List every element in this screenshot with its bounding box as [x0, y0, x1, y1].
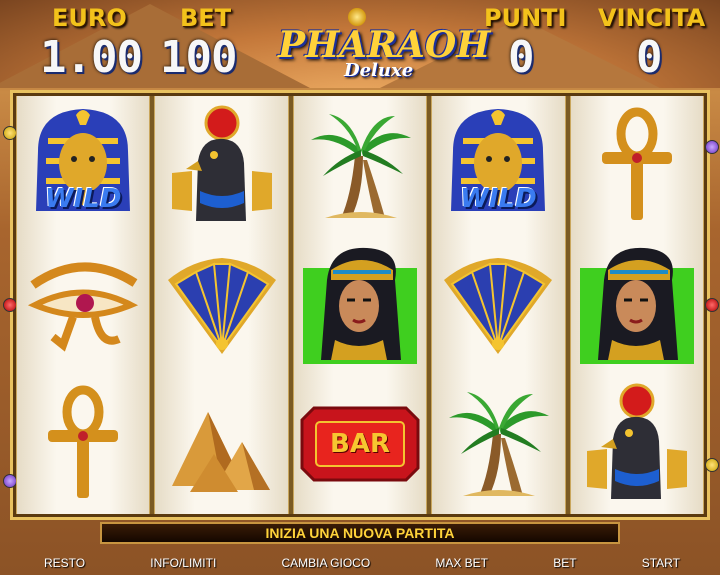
symbol-eye-of-horus	[17, 235, 149, 374]
win-value: 0	[636, 32, 662, 83]
reel-5	[569, 96, 705, 514]
symbol-palm-tree	[432, 375, 564, 514]
symbol-palm-tree	[294, 96, 426, 235]
logo-subtitle: Deluxe	[344, 60, 414, 81]
wild-text: WILD	[44, 184, 122, 214]
payline-indicator-left[interactable]	[3, 298, 17, 312]
symbol-bar: BAR	[294, 375, 426, 514]
cleopatra-icon	[579, 247, 694, 364]
cleopatra-icon	[303, 247, 418, 364]
reels-area: WILD BAR WILD	[16, 96, 705, 514]
bet-button[interactable]: BET	[553, 552, 576, 575]
euro-value: 1.00	[40, 32, 143, 83]
control-bar: RESTO INFO/LIMITI CAMBIA GIOCO MAX BET B…	[0, 552, 720, 575]
payline-indicator-left[interactable]	[3, 474, 17, 488]
points-label: PUNTI	[484, 4, 567, 32]
lotus-fan-icon	[444, 257, 553, 354]
symbol-pyramids	[155, 375, 287, 514]
eye-of-horus-icon	[28, 262, 139, 352]
symbol-ankh	[17, 375, 149, 514]
payline-indicator-right[interactable]	[705, 298, 719, 312]
bet-label: BET	[180, 4, 232, 32]
game-logo: PHARAOH Deluxe	[278, 8, 490, 82]
ankh-icon	[48, 385, 119, 499]
symbol-horus-falcon	[155, 96, 287, 235]
start-button[interactable]: START	[642, 552, 680, 575]
symbol-pharaoh-wild: WILD	[432, 96, 564, 235]
symbol-ankh	[571, 96, 703, 235]
max-bet-button[interactable]: MAX BET	[435, 552, 488, 575]
bar-text: BAR	[330, 429, 390, 460]
horus-falcon-icon	[171, 105, 272, 221]
bet-value: 100	[160, 32, 237, 83]
change-game-button[interactable]: CAMBIA GIOCO	[281, 552, 370, 575]
reel-3: BAR	[292, 96, 428, 514]
symbol-cleopatra	[571, 235, 703, 374]
ankh-icon	[601, 107, 672, 220]
symbol-pharaoh-wild: WILD	[17, 96, 149, 235]
symbol-lotus-fan	[155, 235, 287, 374]
resto-button[interactable]: RESTO	[44, 552, 85, 575]
palm-tree-icon	[311, 113, 412, 218]
lotus-fan-icon	[167, 257, 276, 354]
wild-text: WILD	[460, 184, 537, 214]
message-bar: INIZIA UNA NUOVA PARTITA	[100, 522, 620, 544]
points-value: 0	[508, 32, 534, 83]
game-header: EURO 1.00 BET 100 PHARAOH Deluxe PUNTI 0…	[0, 0, 720, 88]
win-label: VINCITA	[598, 4, 706, 32]
symbol-lotus-fan	[432, 235, 564, 374]
symbol-horus-falcon	[571, 375, 703, 514]
reel-4: WILD	[431, 96, 566, 514]
palm-tree-icon	[449, 392, 550, 497]
reel-2	[154, 96, 289, 514]
pyramids-icon	[171, 412, 270, 493]
payline-indicator-right[interactable]	[705, 458, 719, 472]
payline-indicator-left[interactable]	[3, 126, 17, 140]
horus-falcon-icon	[586, 383, 687, 500]
info-limits-button[interactable]: INFO/LIMITI	[150, 552, 216, 575]
euro-label: EURO	[52, 4, 127, 32]
symbol-cleopatra	[294, 235, 426, 374]
reel-1: WILD	[16, 96, 151, 514]
payline-indicator-right[interactable]	[705, 140, 719, 154]
